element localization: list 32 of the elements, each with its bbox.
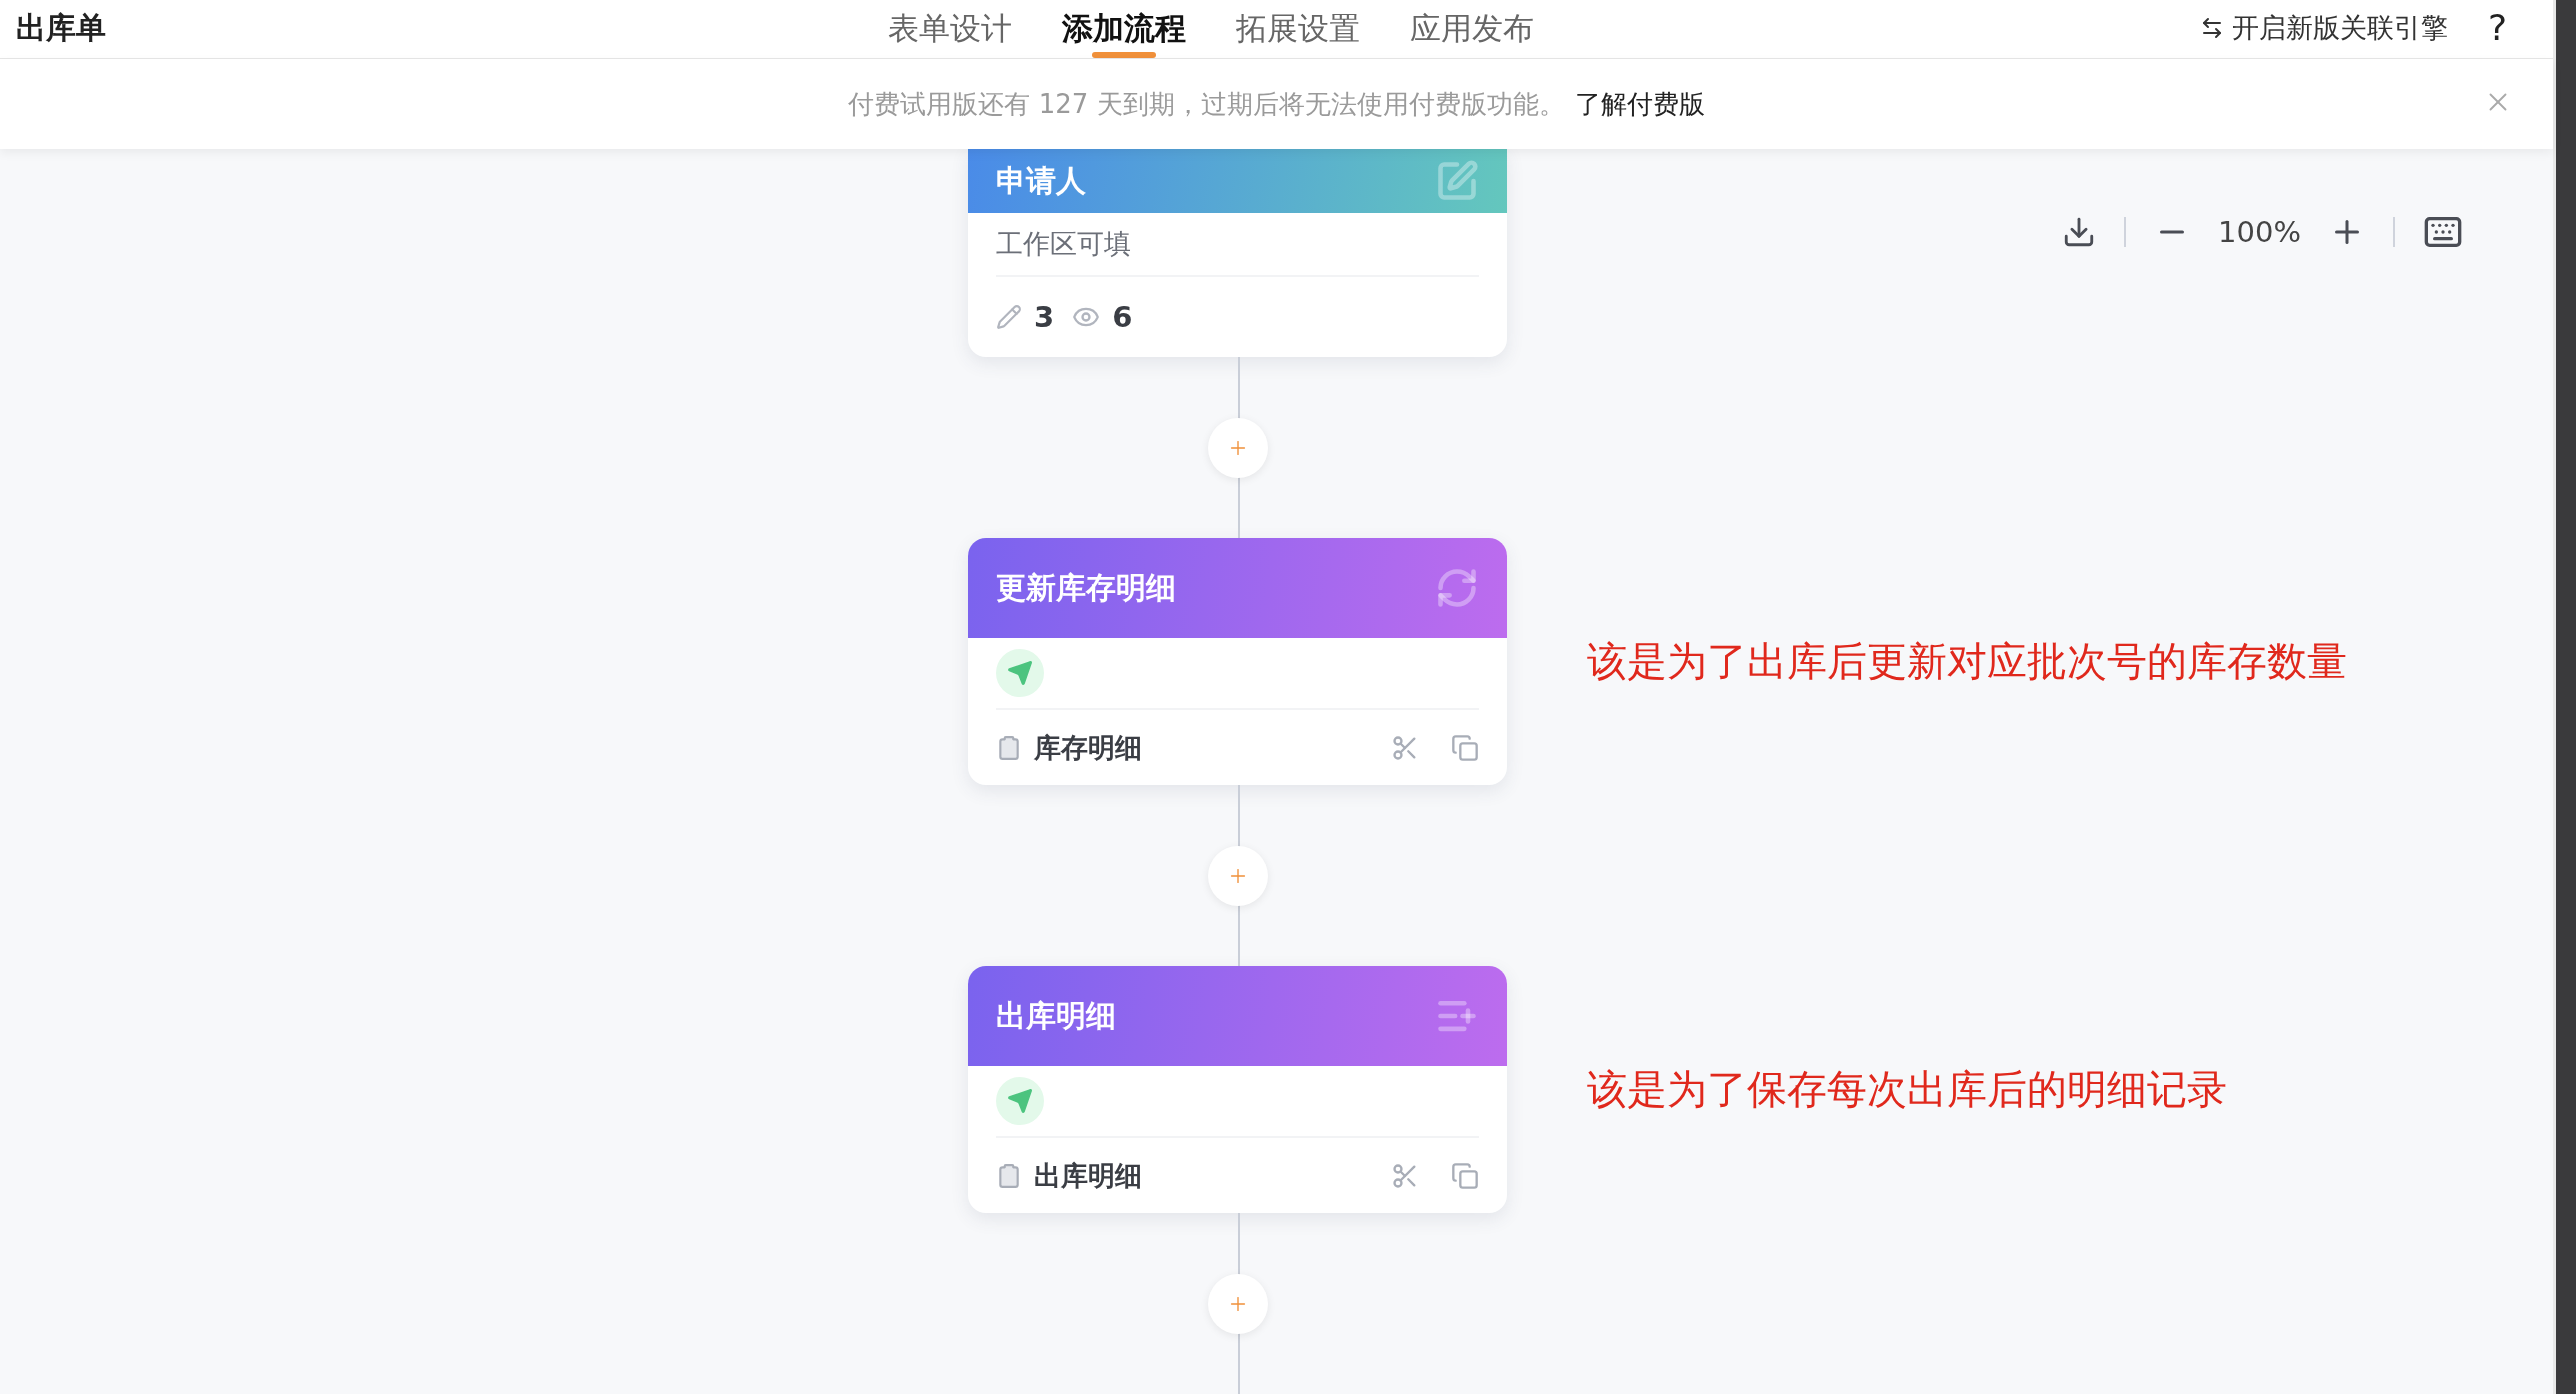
refresh-icon [1435, 566, 1479, 610]
annotation-text: 该是为了出库后更新对应批次号的库存数量 [1587, 637, 2348, 686]
pencil-icon [996, 304, 1022, 330]
view-count: 6 [1112, 300, 1133, 334]
node-card[interactable]: 更新库存明细 库存明细 [968, 538, 1507, 785]
copy-icon[interactable] [1451, 733, 1479, 762]
send-icon [996, 649, 1044, 697]
form-name: 库存明细 [1034, 730, 1143, 765]
clipboard-icon [996, 734, 1022, 761]
permission-text: 工作区可填 [996, 227, 1131, 261]
app-title: 出库单 [16, 9, 107, 47]
edit-count: 3 [1034, 300, 1055, 334]
clipboard-icon [996, 1162, 1022, 1189]
tab[interactable]: 应用发布 [1410, 0, 1534, 58]
node-title: 出库明细 [996, 996, 1116, 1035]
zoom-level: 100% [2218, 215, 2301, 249]
node-card[interactable]: 出库明细 出库明细 [968, 966, 1507, 1213]
node-title: 申请人 [996, 161, 1086, 200]
send-icon [996, 1077, 1044, 1125]
tab[interactable]: 表单设计 [888, 0, 1012, 58]
tab[interactable]: 添加流程 [1062, 0, 1186, 58]
engine-link[interactable]: 开启新版关联引擎 [2199, 10, 2448, 46]
copy-icon[interactable] [1451, 1161, 1479, 1190]
node-card[interactable]: 申请人 工作区可填 3 6 [968, 149, 1507, 357]
upgrade-link[interactable]: 了解付费版 [1574, 86, 1705, 122]
node-title: 更新库存明细 [996, 568, 1176, 607]
notice-text: 付费试用版还有 127 天到期，过期后将无法使用付费版功能。 [848, 87, 1565, 121]
form-name: 出库明细 [1034, 1158, 1143, 1193]
annotation-text: 该是为了保存每次出库后的明细记录 [1587, 1065, 2228, 1114]
tab[interactable]: 拓展设置 [1236, 0, 1360, 58]
help-button[interactable]: ? [2487, 10, 2507, 46]
edit-icon [1435, 159, 1479, 203]
